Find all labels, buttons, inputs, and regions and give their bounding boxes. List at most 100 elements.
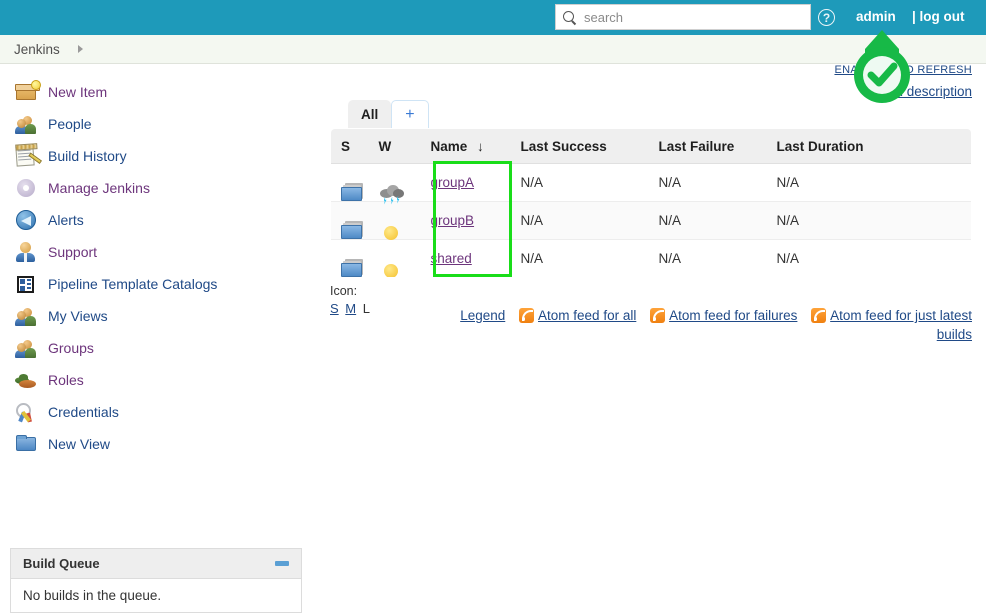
new-item-icon <box>14 80 41 104</box>
sidebar-item-people[interactable]: People <box>0 108 310 140</box>
cell-name: groupA <box>420 163 511 202</box>
collapse-icon[interactable] <box>275 561 289 566</box>
view-tabs: All + <box>348 99 429 129</box>
sidebar-item-label: Support <box>48 244 98 260</box>
add-description-link[interactable]: add description <box>880 84 972 99</box>
atom-feed-all-link[interactable]: Atom feed for all <box>538 308 636 323</box>
table-row: groupB N/A N/A N/A <box>331 201 971 245</box>
sidebar-item-manage-jenkins[interactable]: Manage Jenkins <box>0 172 310 204</box>
search-icon <box>562 10 577 25</box>
enable-auto-refresh-link[interactable]: ENABLE AUTO REFRESH <box>834 64 972 76</box>
legend-link[interactable]: Legend <box>460 308 505 323</box>
rss-icon <box>519 308 535 323</box>
sidebar-item-label: People <box>48 116 92 132</box>
cell-weather <box>369 240 421 277</box>
job-link[interactable]: groupA <box>431 175 475 190</box>
atom-feed-latest-builds-link[interactable]: Atom feed for just latest builds <box>830 308 972 342</box>
atom-feed-failures-link[interactable]: Atom feed for failures <box>669 308 797 323</box>
people-icon <box>14 112 38 136</box>
cell-last-success: N/A <box>520 251 544 266</box>
jobs-table-header-row: S W Name ↓ Last Success Last Failure Las… <box>331 129 971 164</box>
pipeline-catalog-icon <box>14 272 38 296</box>
cell-status <box>331 240 369 278</box>
cell-name: shared <box>421 240 511 278</box>
sort-descending-icon: ↓ <box>477 138 484 154</box>
sidebar-item-label: My Views <box>48 308 108 324</box>
cell-last-failure: N/A <box>648 163 767 202</box>
sidebar-item-label: Manage Jenkins <box>48 180 150 196</box>
groups-icon <box>14 336 38 360</box>
user-menu-admin[interactable]: admin <box>856 9 896 24</box>
folder-icon <box>14 432 38 456</box>
help-icon[interactable]: ? <box>818 9 835 26</box>
auto-refresh-row: ENABLE AUTO REFRESH <box>834 64 972 76</box>
build-history-icon <box>14 144 43 168</box>
sidebar-item-label: Credentials <box>48 404 119 420</box>
cell-last-duration: N/A <box>766 201 971 240</box>
gear-icon <box>14 176 38 200</box>
rss-icon <box>650 308 666 323</box>
icon-size-large: L <box>362 301 370 316</box>
sidebar-nav: New Item People Build History Manage Jenkin… <box>0 64 310 460</box>
credentials-icon <box>14 400 38 424</box>
sidebar-item-credentials[interactable]: Credentials <box>0 396 310 428</box>
table-footer: Icon: S M L Legend Atom feed for all Ato… <box>330 284 972 342</box>
sidebar-item-new-view[interactable]: New View <box>0 428 310 460</box>
job-link[interactable]: groupB <box>431 213 475 228</box>
cell-last-failure: N/A <box>658 251 682 266</box>
cell-last-success: N/A <box>510 163 649 202</box>
build-queue-panel: Build Queue No builds in the queue. <box>10 548 302 613</box>
sidebar-item-label: New View <box>48 436 110 452</box>
column-header-name[interactable]: Name ↓ <box>420 129 511 164</box>
icon-size-small[interactable]: S <box>330 301 339 316</box>
sidebar-item-label: Groups <box>48 340 94 356</box>
chevron-right-icon[interactable] <box>77 45 83 53</box>
search-input[interactable] <box>582 6 807 28</box>
description-row: add description <box>880 84 972 99</box>
sidebar-item-build-history[interactable]: Build History <box>0 140 310 172</box>
column-header-last-failure[interactable]: Last Failure <box>648 129 767 164</box>
sidebar-item-groups[interactable]: Groups <box>0 332 310 364</box>
column-header-status[interactable]: S <box>331 129 369 164</box>
logout-link[interactable]: | log out <box>912 9 965 24</box>
sidebar-item-label: Roles <box>48 372 84 388</box>
column-header-last-duration[interactable]: Last Duration <box>766 129 971 164</box>
build-queue-header: Build Queue <box>11 549 301 579</box>
cell-last-failure: N/A <box>648 201 767 240</box>
table-row: groupA N/A N/A N/A <box>331 163 971 205</box>
cell-status <box>331 163 369 202</box>
jobs-table: S W Name ↓ Last Success Last Failure Las… <box>330 128 972 278</box>
roles-icon <box>14 368 38 392</box>
tab-add-view[interactable]: + <box>391 100 429 129</box>
sidebar: New Item People Build History Manage Jenkin… <box>0 64 310 613</box>
sidebar-item-support[interactable]: Support <box>0 236 310 268</box>
search-box[interactable] <box>555 4 811 30</box>
column-header-name-label: Name <box>430 138 468 154</box>
build-queue-title: Build Queue <box>23 556 100 571</box>
breadcrumb-item-jenkins[interactable]: Jenkins <box>14 42 60 57</box>
icon-size-label: Icon: <box>330 284 358 298</box>
sidebar-item-new-item[interactable]: New Item <box>0 76 310 108</box>
cell-last-duration: N/A <box>776 251 800 266</box>
support-icon <box>14 240 38 264</box>
sidebar-item-pipeline-template-catalogs[interactable]: Pipeline Template Catalogs <box>0 268 310 300</box>
icon-size-medium[interactable]: M <box>345 301 356 316</box>
sidebar-item-label: Pipeline Template Catalogs <box>48 276 218 292</box>
cell-last-duration: N/A <box>766 163 971 202</box>
feed-links: Legend Atom feed for all Atom feed for f… <box>455 306 972 344</box>
tab-all[interactable]: All <box>348 100 392 129</box>
sidebar-item-my-views[interactable]: My Views <box>0 300 310 332</box>
jobs-table-body: groupA N/A N/A N/A groupB N/A N/A N/A shared N/A N… <box>331 163 971 278</box>
sidebar-item-alerts[interactable]: Alerts <box>0 204 310 236</box>
breadcrumb: Jenkins <box>0 35 986 64</box>
table-row: shared N/A N/A N/A <box>331 240 971 278</box>
cell-weather <box>368 163 421 205</box>
people-icon <box>14 304 38 328</box>
job-link[interactable]: shared <box>431 251 472 266</box>
sidebar-item-label: New Item <box>48 84 108 100</box>
jobs-table-head: S W Name ↓ Last Success Last Failure Las… <box>331 129 971 164</box>
column-header-weather[interactable]: W <box>368 129 421 164</box>
sidebar-item-roles[interactable]: Roles <box>0 364 310 396</box>
cell-weather <box>368 201 421 245</box>
column-header-last-success[interactable]: Last Success <box>510 129 649 164</box>
